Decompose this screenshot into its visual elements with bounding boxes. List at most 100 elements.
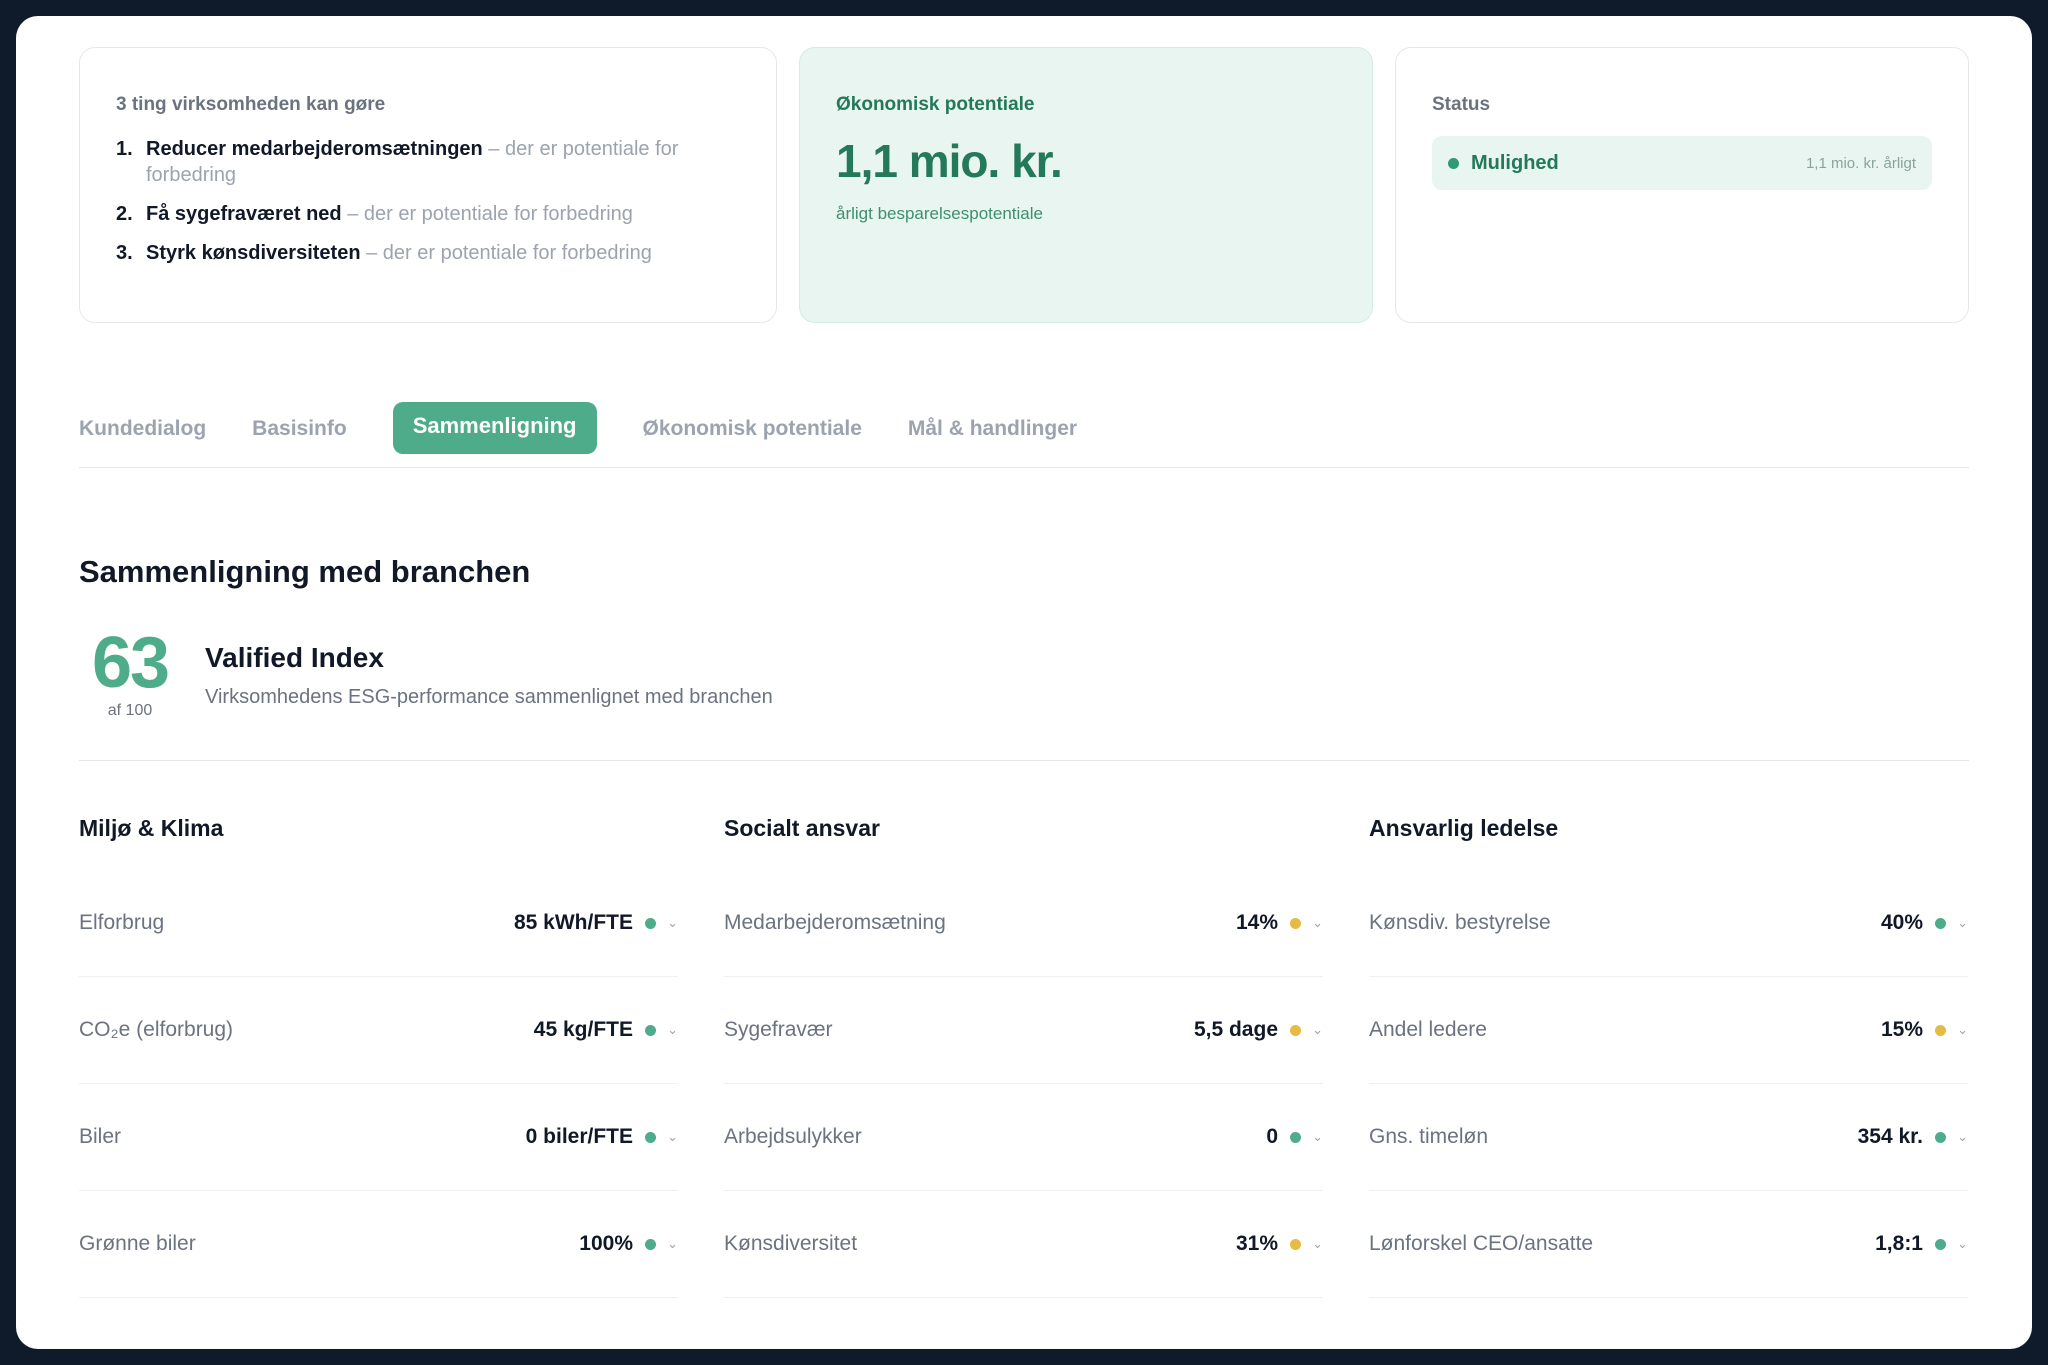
potential-card-title: Økonomisk potentiale [836, 94, 1035, 115]
metric-value: 15% [1880, 1018, 1923, 1041]
chevron-down-icon[interactable]: ⌄ [1301, 1129, 1323, 1145]
status-dot-icon [1935, 917, 1946, 929]
status-badge: Mulighed 1,1 mio. kr. årligt [1432, 136, 1932, 190]
chevron-down-icon[interactable]: ⌄ [1301, 1022, 1323, 1038]
metric-label: Biler [79, 1125, 122, 1148]
potential-subtitle: årligt besparelsespotentiale [836, 204, 1043, 223]
action-main-text: Få sygefraværet ned [146, 203, 342, 225]
metric-label: Elforbrug [79, 911, 165, 934]
page-content: 3 ting virksomheden kan gøre 1. Reducer … [79, 47, 1969, 1298]
potential-card: Økonomisk potentiale 1,1 mio. kr. årligt… [799, 47, 1373, 323]
status-dot-icon [1290, 1024, 1301, 1036]
chevron-down-icon[interactable]: ⌄ [656, 915, 678, 931]
metric-row[interactable]: CO₂e (elforbrug) 45 kg/FTE ⌄ [79, 977, 678, 1084]
actions-card: 3 ting virksomheden kan gøre 1. Reducer … [79, 47, 777, 323]
metric-row[interactable]: Gns. timeløn 354 kr. ⌄ [1369, 1084, 1968, 1191]
action-item-2: 2. Få sygefraværet ned – der er potentia… [116, 201, 740, 227]
metric-row[interactable]: Biler 0 biler/FTE ⌄ [79, 1084, 678, 1191]
metric-row[interactable]: Medarbejderomsætning 14% ⌄ [724, 870, 1323, 977]
metric-columns: Miljø & Klima Elforbrug 85 kWh/FTE ⌄ CO₂… [79, 815, 1969, 1298]
tab-kundedialog[interactable]: Kundedialog [79, 405, 206, 453]
metric-row[interactable]: Arbejdsulykker 0 ⌄ [724, 1084, 1323, 1191]
column-title: Socialt ansvar [724, 815, 880, 841]
chevron-down-icon[interactable]: ⌄ [656, 1129, 678, 1145]
chevron-down-icon[interactable]: ⌄ [1946, 915, 1968, 931]
index-name: Valified Index [205, 642, 384, 673]
metric-label: CO₂e (elforbrug) [79, 1018, 234, 1041]
index-scale: af 100 [107, 702, 153, 719]
status-dot-icon [1935, 1131, 1946, 1143]
column-title: Miljø & Klima [79, 815, 224, 841]
metric-row[interactable]: Andel ledere 15% ⌄ [1369, 977, 1968, 1084]
column-title: Ansvarlig ledelse [1369, 815, 1559, 841]
metric-label: Arbejdsulykker [724, 1125, 862, 1148]
index-score: 63 af 100 [71, 623, 189, 720]
status-card-title: Status [1432, 94, 1491, 115]
status-dot-icon [645, 1024, 656, 1036]
metric-value: 0 biler/FTE [525, 1125, 633, 1148]
status-dot-icon [1290, 1131, 1301, 1143]
metric-value: 45 kg/FTE [533, 1018, 633, 1041]
status-label: Mulighed [1471, 151, 1559, 174]
metric-label: Andel ledere [1369, 1018, 1487, 1041]
status-dot-icon [645, 1238, 656, 1250]
metric-value: 0 [1266, 1125, 1278, 1148]
tab-basisinfo[interactable]: Basisinfo [252, 405, 347, 453]
metric-label: Gns. timeløn [1369, 1125, 1489, 1148]
column-socialt-ansvar: Socialt ansvar Medarbejderomsætning 14% … [724, 815, 1323, 1298]
app-frame: 3 ting virksomheden kan gøre 1. Reducer … [16, 16, 2032, 1349]
action-item-3: 3. Styrk kønsdiversiteten – der er poten… [116, 240, 740, 266]
chevron-down-icon[interactable]: ⌄ [1946, 1236, 1968, 1252]
metric-label: Medarbejderomsætning [724, 911, 946, 934]
metric-value: 5,5 dage [1193, 1018, 1278, 1041]
metric-row[interactable]: Kønsdiv. bestyrelse 40% ⌄ [1369, 870, 1968, 977]
column-ansvarlig-ledelse: Ansvarlig ledelse Kønsdiv. bestyrelse 40… [1369, 815, 1968, 1298]
summary-cards: 3 ting virksomheden kan gøre 1. Reducer … [79, 47, 1969, 323]
action-main-text: Reducer medarbejderomsætningen [146, 138, 483, 160]
tab-sammenligning[interactable]: Sammenligning [392, 402, 597, 454]
status-amount: 1,1 mio. kr. årligt [1805, 154, 1916, 172]
chevron-down-icon[interactable]: ⌄ [1301, 915, 1323, 931]
metric-value: 14% [1235, 911, 1278, 934]
metric-value: 1,8:1 [1875, 1232, 1923, 1255]
chevron-down-icon[interactable]: ⌄ [656, 1022, 678, 1038]
metric-label: Grønne biler [79, 1232, 196, 1255]
section-divider [79, 760, 1969, 761]
metric-row[interactable]: Grønne biler 100% ⌄ [79, 1191, 678, 1298]
chevron-down-icon[interactable]: ⌄ [1946, 1022, 1968, 1038]
index-text: Valified Index Virksomhedens ESG-perform… [205, 642, 773, 709]
metric-value: 354 kr. [1857, 1125, 1923, 1148]
tab-maal-handlinger[interactable]: Mål & handlinger [908, 405, 1077, 453]
metric-row[interactable]: Kønsdiversitet 31% ⌄ [724, 1191, 1323, 1298]
status-dot-icon [1290, 1238, 1301, 1250]
status-dot-icon [645, 1131, 656, 1143]
metric-value: 31% [1235, 1232, 1278, 1255]
status-dot-icon [1935, 1024, 1946, 1036]
metric-label: Kønsdiversitet [724, 1232, 858, 1255]
metric-label: Kønsdiv. bestyrelse [1369, 911, 1551, 934]
status-card: Status Mulighed 1,1 mio. kr. årligt [1395, 47, 1969, 323]
tab-bar: Kundedialog Basisinfo Sammenligning Økon… [79, 402, 1969, 468]
chevron-down-icon[interactable]: ⌄ [1946, 1129, 1968, 1145]
status-dot-icon [1448, 157, 1459, 169]
metric-label: Lønforskel CEO/ansatte [1369, 1232, 1594, 1255]
action-number: 2. [116, 203, 133, 225]
metric-value: 40% [1880, 911, 1923, 934]
metric-value: 100% [579, 1232, 633, 1255]
valified-index: 63 af 100 Valified Index Virksomhedens E… [79, 627, 1969, 719]
section-title: Sammenligning med branchen [79, 554, 531, 589]
chevron-down-icon[interactable]: ⌄ [656, 1236, 678, 1252]
action-main-text: Styrk kønsdiversiteten [146, 242, 361, 264]
metric-label: Sygefravær [724, 1018, 833, 1041]
metric-row[interactable]: Elforbrug 85 kWh/FTE ⌄ [79, 870, 678, 977]
status-dot-icon [645, 917, 656, 929]
chevron-down-icon[interactable]: ⌄ [1301, 1236, 1323, 1252]
metric-row[interactable]: Lønforskel CEO/ansatte 1,8:1 ⌄ [1369, 1191, 1968, 1298]
index-description: Virksomhedens ESG-performance sammenlign… [205, 686, 773, 708]
index-number: 63 [91, 623, 170, 703]
tab-okonomisk-potentiale[interactable]: Økonomisk potentiale [643, 405, 862, 453]
metric-row[interactable]: Sygefravær 5,5 dage ⌄ [724, 977, 1323, 1084]
potential-amount: 1,1 mio. kr. [836, 135, 1063, 187]
metric-value: 85 kWh/FTE [513, 911, 633, 934]
action-number: 3. [116, 242, 133, 264]
